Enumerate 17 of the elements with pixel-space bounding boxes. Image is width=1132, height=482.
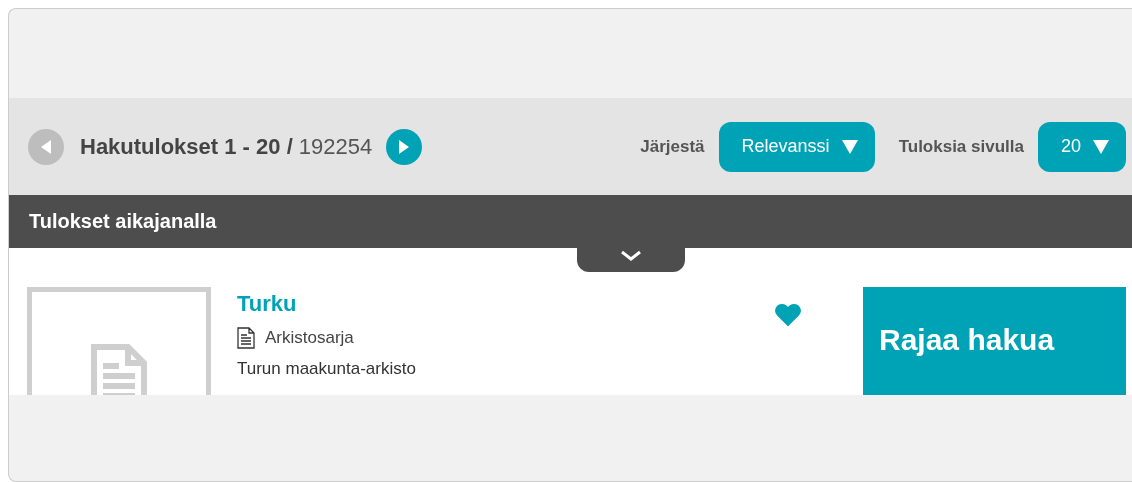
document-icon: [237, 327, 255, 349]
filter-panel[interactable]: Rajaa hakua: [863, 287, 1126, 395]
results-summary: Hakutulokset 1 - 20 / 192254: [80, 133, 373, 160]
heart-icon: [775, 304, 801, 326]
format-label: Arkistosarja: [265, 328, 354, 348]
favorite-button[interactable]: [775, 304, 801, 326]
filter-panel-title: Rajaa hakua: [879, 323, 1055, 357]
document-icon: [91, 344, 147, 395]
result-title-link[interactable]: Turku: [237, 291, 297, 317]
page-size-label: Tuloksia sivulla: [898, 136, 1024, 157]
next-page-button[interactable]: [386, 128, 423, 165]
timeline-title: Tulokset aikajanalla: [29, 210, 217, 233]
left-triangle-icon: [39, 138, 53, 155]
sort-label: Järjestä: [640, 136, 705, 157]
organisation-label: Turun maakunta-arkisto: [237, 359, 417, 379]
chevron-icon: [620, 250, 642, 262]
timeline-toggle-button[interactable]: [577, 248, 685, 272]
